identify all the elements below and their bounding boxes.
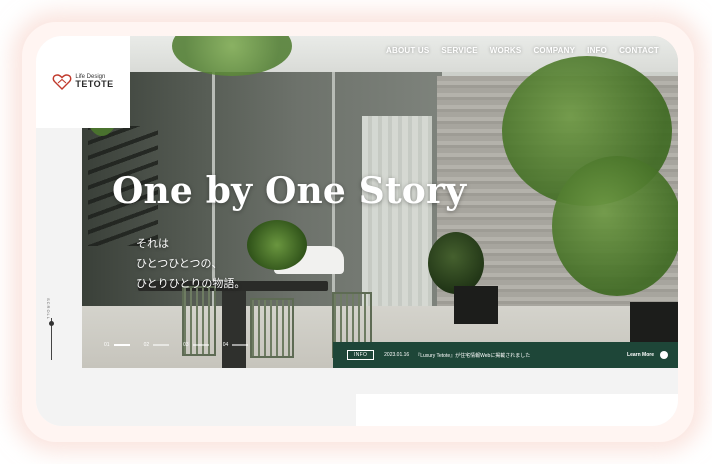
learn-more-circle-icon[interactable] [660, 351, 668, 359]
heart-house-icon [52, 74, 72, 90]
hero-curtain [362, 116, 432, 316]
pager-item[interactable]: 02 [144, 342, 170, 348]
browser-viewport: Life Design TETOTE ABOUT US SERVICE WORK… [36, 36, 678, 426]
nav-item-company[interactable]: COMPANY [533, 46, 575, 55]
hero-subtitle-line: ひとりひとりの物語。 [136, 277, 246, 290]
info-badge: INFO [347, 350, 375, 360]
learn-more-link[interactable]: Learn More [627, 352, 654, 358]
pager-bar [153, 344, 170, 346]
hero-subtitle-line: それは [136, 237, 169, 250]
info-bar: INFO 2023.01.16 『Luxury Tetote』が住宅情報Webに… [333, 342, 678, 368]
slide-pager: 01 02 03 04 [104, 342, 249, 348]
scroll-indicator-dot [49, 321, 54, 326]
nav-item-works[interactable]: WORKS [490, 46, 522, 55]
nav-item-info[interactable]: INFO [587, 46, 607, 55]
potted-plant [428, 232, 484, 294]
pager-number: 03 [183, 342, 189, 348]
pager-bar [192, 344, 209, 346]
nav-item-contact[interactable]: CONTACT [619, 46, 659, 55]
hero-title: One by One Story [112, 170, 467, 212]
info-headline-link[interactable]: 『Luxury Tetote』が住宅情報Webに掲載されました [415, 352, 627, 359]
pager-bar [113, 344, 130, 346]
pager-item[interactable]: 04 [223, 342, 249, 348]
logo-name: TETOTE [75, 79, 114, 90]
pager-number: 02 [143, 342, 150, 348]
planter [454, 286, 498, 324]
outdoor-chair [250, 298, 294, 358]
content-block [356, 394, 678, 426]
tree-canopy [552, 156, 678, 296]
main-nav: ABOUT US SERVICE WORKS COMPANY INFO CONT… [386, 46, 659, 55]
outdoor-table-leg [222, 291, 246, 368]
pager-number: 01 [104, 342, 110, 348]
logo[interactable]: Life Design TETOTE [36, 36, 130, 128]
nav-item-about-us[interactable]: ABOUT US [386, 46, 429, 55]
pager-item[interactable]: 01 [104, 342, 130, 348]
scroll-label: SCROLL [46, 298, 51, 321]
hero-subtitle-line: ひとつひとつの、 [136, 257, 223, 270]
nav-item-service[interactable]: SERVICE [441, 46, 477, 55]
pager-number: 04 [222, 342, 229, 348]
pager-bar [232, 344, 249, 346]
hero-subtitle: それは ひとつひとつの、 ひとりひとりの物語。 [136, 234, 245, 294]
info-date: 2023.01.16 [384, 352, 410, 358]
pager-item[interactable]: 03 [183, 342, 209, 348]
potted-plant [247, 220, 307, 270]
